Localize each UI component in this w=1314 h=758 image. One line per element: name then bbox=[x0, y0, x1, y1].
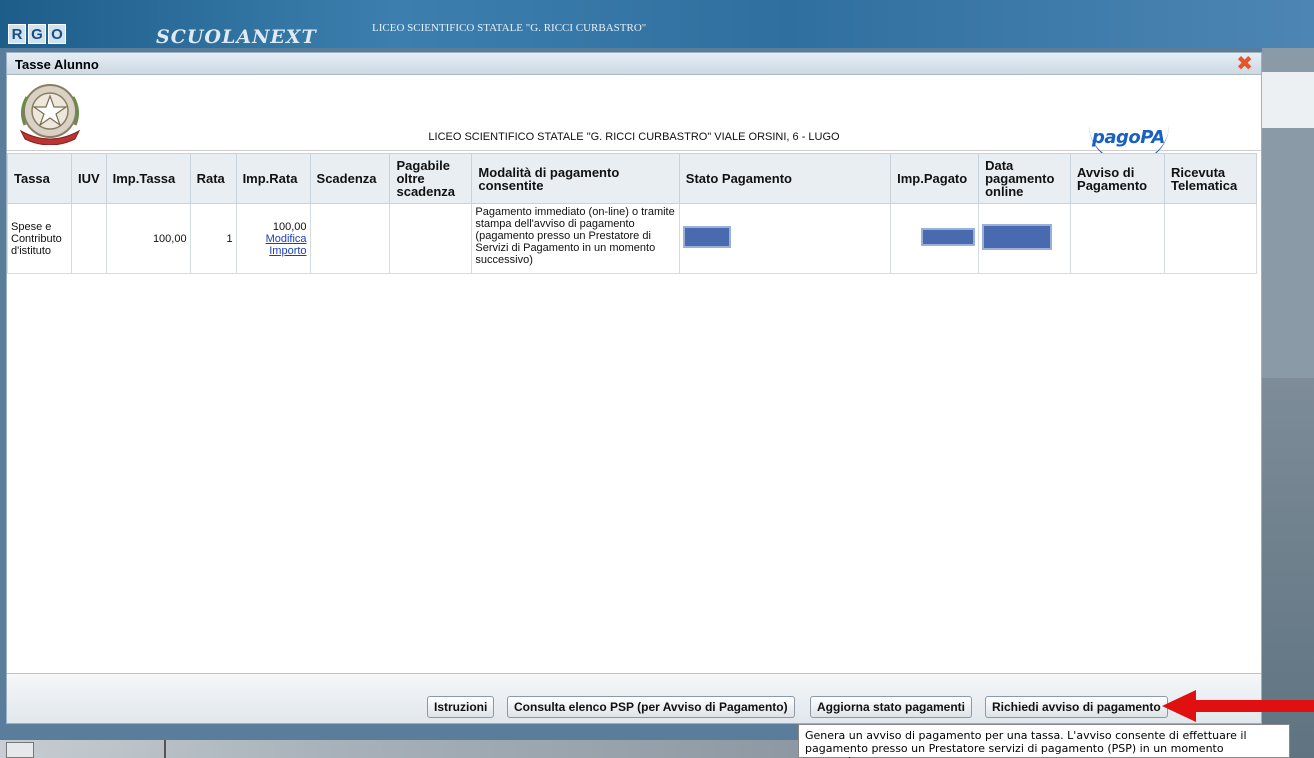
tasse-table: Tassa IUV Imp.Tassa Rata Imp.Rata Scaden… bbox=[7, 153, 1258, 274]
app-header: R G O SCUOLANEXT LICEO SCIENTIFICO STATA… bbox=[0, 0, 1314, 48]
header-stato: Stato Pagamento bbox=[678, 153, 892, 204]
tooltip: Genera un avviso di pagamento per una ta… bbox=[798, 724, 1290, 758]
richiedi-avviso-button[interactable]: Richiedi avviso di pagamento bbox=[985, 696, 1168, 718]
redacted-stato bbox=[682, 226, 731, 248]
header-data-pagamento: Data pagamento online bbox=[978, 153, 1072, 204]
header-avviso: Avviso di Pagamento bbox=[1070, 153, 1165, 204]
dialog-title: Tasse Alunno bbox=[15, 57, 99, 72]
cell-avviso bbox=[1070, 203, 1165, 274]
consulta-psp-button[interactable]: Consulta elenco PSP (per Avviso di Pagam… bbox=[507, 696, 795, 718]
background-box[interactable] bbox=[6, 742, 34, 758]
header-modalita: Modalità di pagamento consentite bbox=[471, 153, 680, 204]
scuolanext-logo: SCUOLANEXT bbox=[156, 26, 317, 48]
header-imp-tassa: Imp.Tassa bbox=[105, 153, 191, 204]
cell-imp-pagato bbox=[890, 203, 980, 274]
header-iuv: IUV bbox=[70, 153, 107, 204]
cell-iuv bbox=[70, 203, 107, 274]
istruzioni-button[interactable]: Istruzioni bbox=[427, 696, 495, 718]
redacted-data-pagamento bbox=[982, 224, 1053, 250]
dialog-title-bar[interactable]: Tasse Alunno ✖ bbox=[7, 53, 1261, 75]
header-scadenza: Scadenza bbox=[309, 153, 391, 204]
cell-stato bbox=[678, 203, 892, 274]
tasse-alunno-dialog: Tasse Alunno ✖ LICEO SCIENTIFICO STATALE… bbox=[6, 52, 1262, 724]
cell-scadenza bbox=[309, 203, 391, 274]
dialog-footer: Istruzioni Consulta elenco PSP (per Avvi… bbox=[7, 673, 1261, 723]
background-divider bbox=[164, 740, 166, 758]
background-strip bbox=[1262, 72, 1314, 128]
school-header-text: LICEO SCIENTIFICO STATALE "G. RICCI CURB… bbox=[428, 131, 840, 143]
cell-imp-rata: 100,00 Modifica Importo bbox=[235, 203, 311, 274]
cell-rata: 1 bbox=[189, 203, 237, 274]
table-header-row: Tassa IUV Imp.Tassa Rata Imp.Rata Scaden… bbox=[7, 153, 1258, 204]
modifica-importo-link[interactable]: Modifica Importo bbox=[240, 233, 307, 257]
school-name: LICEO SCIENTIFICO STATALE "G. RICCI CURB… bbox=[372, 22, 647, 34]
dialog-header: LICEO SCIENTIFICO STATALE "G. RICCI CURB… bbox=[7, 75, 1261, 163]
background-right-panel bbox=[1262, 48, 1314, 758]
red-arrow-icon bbox=[1162, 690, 1314, 722]
cell-ricevuta bbox=[1163, 203, 1258, 274]
cell-imp-tassa: 100,00 bbox=[105, 203, 191, 274]
logo-letter-r: R bbox=[8, 24, 26, 44]
logo-letter-o: O bbox=[48, 24, 66, 44]
header-ricevuta: Ricevuta Telematica bbox=[1163, 153, 1258, 204]
aggiorna-stato-button[interactable]: Aggiorna stato pagamenti bbox=[810, 696, 973, 718]
logo-letter-g: G bbox=[28, 24, 46, 44]
imp-rata-value: 100,00 bbox=[272, 220, 307, 233]
header-imp-pagato: Imp.Pagato bbox=[890, 153, 980, 204]
table-row[interactable]: Spese e Contributo d'istituto 100,00 1 1… bbox=[7, 203, 1258, 274]
header-pagabile: Pagabile oltre scadenza bbox=[389, 153, 473, 204]
cell-data-pagamento bbox=[978, 203, 1072, 274]
header-rata: Rata bbox=[189, 153, 237, 204]
background-bottom-bar bbox=[0, 740, 800, 758]
cell-pagabile bbox=[389, 203, 473, 274]
close-icon[interactable]: ✖ bbox=[1236, 53, 1253, 73]
header-tassa: Tassa bbox=[7, 153, 72, 204]
cell-modalita: Pagamento immediato (on-line) o tramite … bbox=[471, 203, 680, 274]
cell-tassa: Spese e Contributo d'istituto bbox=[7, 203, 72, 274]
rgo-logo: R G O bbox=[8, 24, 66, 44]
redacted-imp-pagato bbox=[921, 228, 976, 246]
header-imp-rata: Imp.Rata bbox=[235, 153, 311, 204]
